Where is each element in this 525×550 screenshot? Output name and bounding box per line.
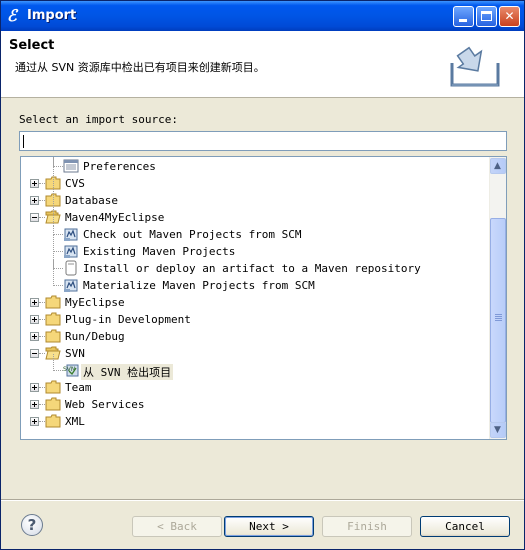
tree-item[interactable]: Web Services <box>21 396 489 413</box>
scroll-down-button[interactable]: ▼ <box>490 422 506 438</box>
footer-separator-highlight <box>1 500 524 501</box>
back-button[interactable]: < Back <box>132 516 222 537</box>
window-title: Import <box>27 8 77 23</box>
scroll-grip-line <box>495 316 502 317</box>
collapse-icon[interactable] <box>30 349 39 358</box>
maximize-button[interactable] <box>476 6 497 27</box>
tree-item-label: Install or deploy an artifact to a Maven… <box>83 262 421 275</box>
tree-item[interactable]: Existing Maven Projects <box>21 243 489 260</box>
tree-item-label: Preferences <box>83 160 156 173</box>
tree-item-label: MyEclipse <box>65 296 125 309</box>
title-bar[interactable]: ℰ Import ✕ <box>1 1 524 31</box>
artifact-icon <box>63 260 79 276</box>
folder-icon <box>45 295 61 309</box>
maven-project-icon <box>63 277 79 293</box>
scroll-thumb[interactable] <box>490 218 506 423</box>
scroll-grip-line <box>495 320 502 321</box>
tree-item-label: Check out Maven Projects from SCM <box>83 228 302 241</box>
tree-item-label: Maven4MyEclipse <box>65 211 165 224</box>
import-dialog: ℰ Import ✕ Select 通过从 SVN 资源库中检出已有项目来创建新… <box>0 0 525 550</box>
tree-item-label: SVN <box>65 347 85 360</box>
expand-icon[interactable] <box>30 417 39 426</box>
tree-item-label: Team <box>65 381 92 394</box>
tree-vertical-scrollbar[interactable]: ▲ ▼ <box>489 157 506 439</box>
tree-item[interactable]: XML <box>21 413 489 430</box>
tree-item[interactable]: MyEclipse <box>21 294 489 311</box>
tree-item-label: Plug-in Development <box>65 313 191 326</box>
tree-item[interactable]: SVN 从 SVN 检出项目 <box>21 362 489 380</box>
tree-item[interactable]: Team <box>21 379 489 396</box>
scroll-up-button[interactable]: ▲ <box>490 158 506 174</box>
tree-connector <box>53 157 55 226</box>
tree-item-label: Web Services <box>65 398 145 411</box>
expand-icon[interactable] <box>30 400 39 409</box>
tree-item-label: CVS <box>65 177 85 190</box>
minimize-button[interactable] <box>453 6 474 27</box>
text-caret <box>23 135 24 148</box>
finish-button[interactable]: Finish <box>322 516 412 537</box>
page-title: Select <box>9 38 55 53</box>
tree-item[interactable]: Preferences <box>21 158 489 175</box>
preferences-icon <box>63 158 79 174</box>
import-source-tree[interactable]: Preferences CVS Database Maven4MyEclipse Che… <box>20 156 507 440</box>
tree-item-label: Materialize Maven Projects from SCM <box>83 279 315 292</box>
expand-icon[interactable] <box>30 179 39 188</box>
wizard-header: Select 通过从 SVN 资源库中检出已有项目来创建新项目。 <box>1 31 524 98</box>
folder-icon <box>45 414 61 428</box>
expand-icon[interactable] <box>30 383 39 392</box>
scroll-grip-line <box>495 314 502 315</box>
tree-item[interactable]: Install or deploy an artifact to a Maven… <box>21 260 489 277</box>
maven-project-icon <box>63 243 79 259</box>
tree-item-label: Run/Debug <box>65 330 125 343</box>
folder-icon <box>45 397 61 411</box>
folder-icon <box>45 312 61 326</box>
cancel-button[interactable]: Cancel <box>420 516 510 537</box>
tree-item[interactable]: Materialize Maven Projects from SCM <box>21 277 489 294</box>
eclipse-import-icon: ℰ <box>7 6 17 25</box>
tree-connector <box>53 235 55 286</box>
tree-item[interactable]: Database <box>21 192 489 209</box>
tree-item-label: XML <box>65 415 85 428</box>
collapse-icon[interactable] <box>30 213 39 222</box>
folder-icon <box>45 380 61 394</box>
folder-icon <box>45 329 61 343</box>
tree-item[interactable]: Maven4MyEclipse <box>21 209 489 226</box>
expand-icon[interactable] <box>30 298 39 307</box>
expand-icon[interactable] <box>30 315 39 324</box>
help-icon[interactable]: ? <box>21 514 43 536</box>
tree-item[interactable]: Plug-in Development <box>21 311 489 328</box>
tree-item-label: Existing Maven Projects <box>83 245 236 258</box>
svn-checkout-icon: SVN <box>63 362 79 378</box>
next-button[interactable]: Next > <box>224 516 314 537</box>
import-source-label: Select an import source: <box>19 113 178 126</box>
import-wizard-banner-icon <box>449 45 501 89</box>
tree-connector <box>53 354 55 371</box>
chevron-down-icon: ▼ <box>494 425 501 435</box>
expand-icon[interactable] <box>30 332 39 341</box>
tree-item[interactable]: CVS <box>21 175 489 192</box>
maven-project-icon <box>63 226 79 242</box>
close-button[interactable]: ✕ <box>499 6 520 27</box>
tree-item-label: 从 SVN 检出项目 <box>81 364 174 380</box>
import-source-filter-input[interactable] <box>19 131 507 151</box>
tree-item[interactable]: Check out Maven Projects from SCM <box>21 226 489 243</box>
chevron-up-icon: ▲ <box>494 161 501 171</box>
scroll-grip-line <box>495 318 502 319</box>
tree-item-label: Database <box>65 194 118 207</box>
tree-item[interactable]: Run/Debug <box>21 328 489 345</box>
tree-item[interactable]: SVN <box>21 345 489 362</box>
expand-icon[interactable] <box>30 196 39 205</box>
page-description: 通过从 SVN 资源库中检出已有项目来创建新项目。 <box>15 61 265 74</box>
